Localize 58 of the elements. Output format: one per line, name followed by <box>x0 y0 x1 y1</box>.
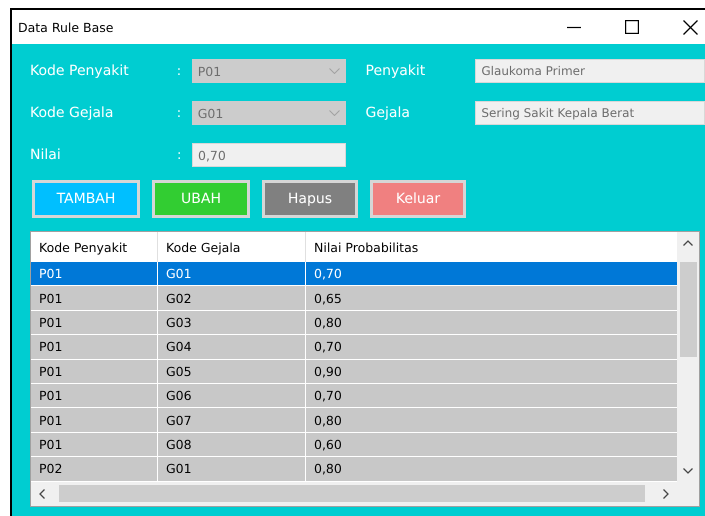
table-row[interactable]: P01 G06 0,70 <box>31 384 677 408</box>
table-cell-text: 0,80 <box>313 460 343 478</box>
table-cell-text: 0,80 <box>313 314 343 332</box>
chevron-down-icon <box>328 68 340 74</box>
field-label: Kode Gejala <box>30 105 114 121</box>
window-title: Data Rule Base <box>18 20 114 34</box>
maximize-icon[interactable] <box>625 20 639 34</box>
scroll-down-icon[interactable] <box>683 468 693 474</box>
table-cell: G05 <box>158 360 306 383</box>
table-cell: P01 <box>31 335 158 359</box>
table-cell: G03 <box>158 310 306 334</box>
close-icon[interactable] <box>683 20 698 34</box>
table-row[interactable]: P01 G05 0,90 <box>31 360 677 384</box>
table-cell: P01 <box>31 310 158 334</box>
table-cell: G01 <box>158 262 306 286</box>
colon: : <box>176 106 182 120</box>
table-cell: G01 <box>158 457 306 481</box>
table-cell-text: 0,65 <box>313 290 343 308</box>
table-cell: P02 <box>31 457 158 481</box>
table-cell-text: 0,70 <box>313 338 343 356</box>
table-cell: P01 <box>31 432 158 456</box>
field-label: Penyakit <box>366 63 426 79</box>
colon: : <box>176 64 182 78</box>
table-cell-text: 0,70 <box>313 265 343 284</box>
table-cell-text: 0,80 <box>313 412 343 430</box>
table-cell: P01 <box>31 262 158 286</box>
field-label: Kode Penyakit <box>30 63 130 79</box>
table-cell: G07 <box>158 408 306 432</box>
table-row[interactable]: P01 G08 0,60 <box>31 432 677 458</box>
table-row[interactable]: P01 G07 0,80 <box>31 408 677 433</box>
table-cell-text: 0,90 <box>313 362 343 381</box>
table-row[interactable]: P01 G03 0,80 <box>31 310 677 336</box>
table-cell: G08 <box>158 432 306 456</box>
table-cell-text: 0,60 <box>313 436 343 454</box>
table-cell: G06 <box>158 384 306 408</box>
scroll-left-icon[interactable] <box>39 488 45 499</box>
input-field[interactable]: 0,70 <box>192 143 346 167</box>
table-row[interactable]: P01 G04 0,70 <box>31 335 677 360</box>
action-button[interactable]: Hapus <box>262 180 358 218</box>
chevron-down-icon <box>328 110 340 116</box>
table-cell: P01 <box>31 384 158 408</box>
table-cell: G02 <box>158 286 306 310</box>
table-cell: P01 <box>31 360 158 383</box>
input-field[interactable]: Glaukoma Primer <box>475 59 705 83</box>
scroll-right-icon[interactable] <box>663 488 669 499</box>
table-row[interactable]: P02 G01 0,80 <box>31 457 677 482</box>
table-row[interactable]: P01 G02 0,65 <box>31 286 677 311</box>
table-cell: P01 <box>31 286 158 310</box>
field-label: Gejala <box>366 105 411 121</box>
scroll-up-icon[interactable] <box>683 240 693 246</box>
column-header[interactable]: Nilai Probabilitas <box>306 232 677 262</box>
colon: : <box>177 148 182 162</box>
table-cell: P01 <box>31 408 158 432</box>
table-cell-text: 0,70 <box>313 387 343 406</box>
table-cell: G04 <box>158 335 306 359</box>
input-field[interactable]: Sering Sakit Kepala Berat <box>475 101 705 125</box>
field-label: Nilai <box>30 147 62 163</box>
table-row[interactable]: P01 G01 0,70 <box>31 262 677 286</box>
